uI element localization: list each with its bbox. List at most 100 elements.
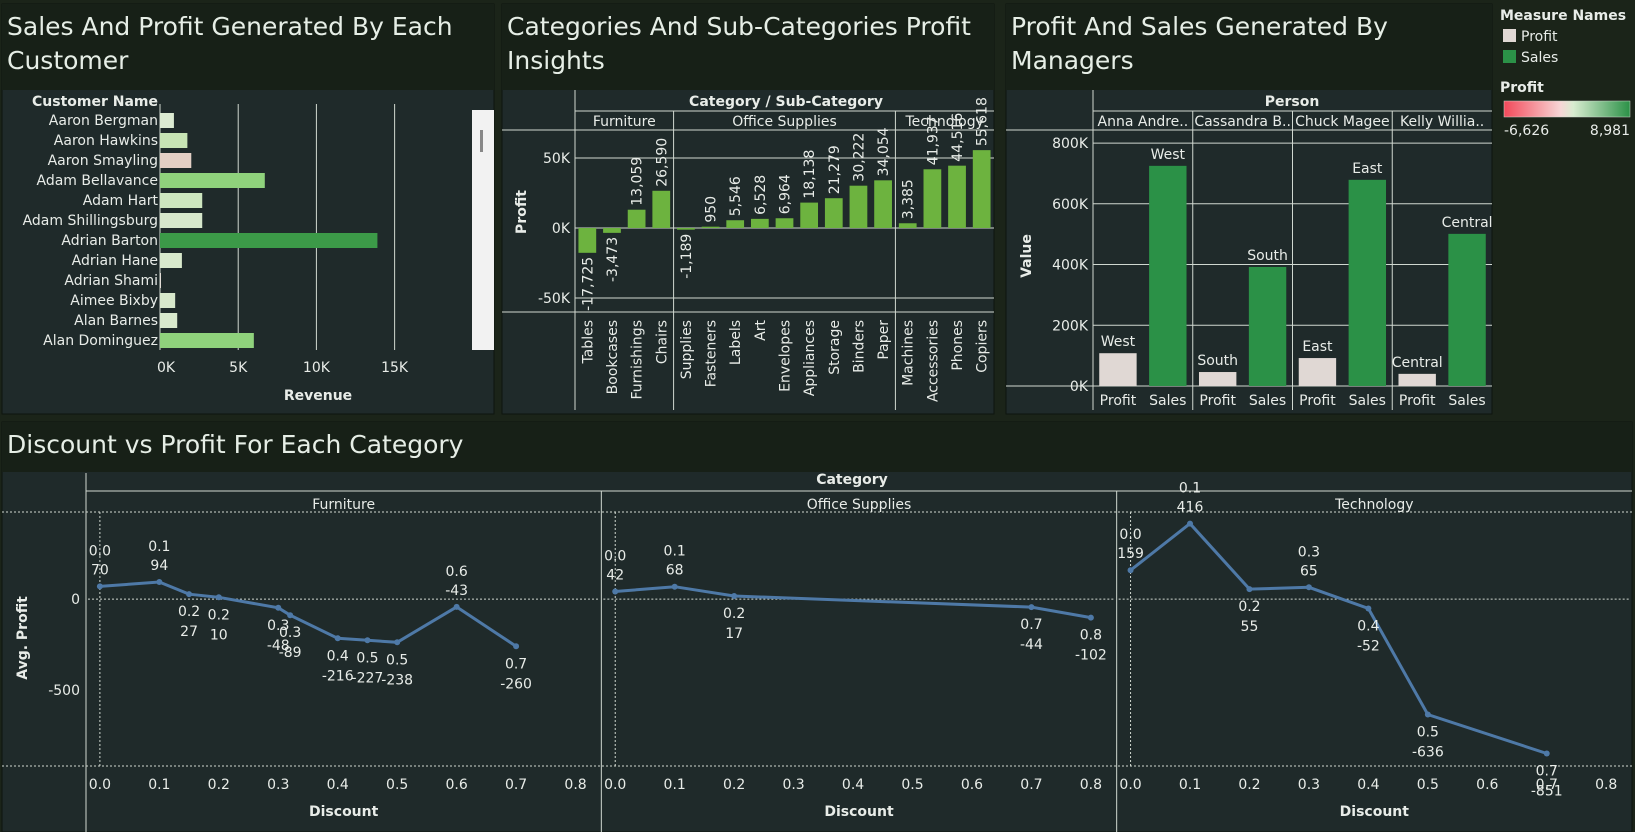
value-label: 6,528 xyxy=(753,175,769,215)
y-tick-label: 200K xyxy=(1052,318,1089,334)
point-profit-label: -52 xyxy=(1357,639,1380,655)
x-tick-label: 0.8 xyxy=(1595,777,1617,793)
customer-label: Alan Dominguez xyxy=(43,333,158,349)
value-label: 44,516 xyxy=(950,113,966,162)
data-point xyxy=(1087,614,1094,621)
subcategory-label: Bookcases xyxy=(605,320,621,394)
point-profit-label: -43 xyxy=(445,583,468,599)
customer-label: Adrian Barton xyxy=(61,233,158,249)
legend-swatch xyxy=(1503,29,1516,42)
profit-bar xyxy=(652,190,671,228)
region-label: West xyxy=(1101,334,1136,350)
profit-bar xyxy=(849,185,868,228)
subcategory-label: Machines xyxy=(901,320,917,386)
point-profit-label: -260 xyxy=(500,676,532,692)
data-point xyxy=(394,639,401,646)
x-tick-label: 0.3 xyxy=(1298,777,1320,793)
profit-bar xyxy=(677,228,695,230)
data-point xyxy=(334,635,341,642)
customer-label: Adam Shillingsburg xyxy=(23,213,158,229)
legend-label: Sales xyxy=(1521,50,1558,66)
category-chart-title: Insights xyxy=(507,46,605,75)
x-axis-label: Discount xyxy=(309,804,379,820)
y-tick-label: -50K xyxy=(538,291,571,307)
subcategory-label: Fasteners xyxy=(704,320,720,387)
x-tick-label: 0.7 xyxy=(505,777,527,793)
customer-label: Aaron Smayling xyxy=(48,153,158,169)
sales-bar xyxy=(1248,266,1287,386)
scrollbar-thumb[interactable] xyxy=(480,130,483,152)
value-label: 21,279 xyxy=(827,145,843,194)
point-profit-label: 70 xyxy=(91,562,109,578)
x-tick-label: 0.7 xyxy=(1020,777,1042,793)
point-profit-label: -636 xyxy=(1412,744,1444,760)
measure-label: Sales xyxy=(1249,393,1286,409)
value-label: 13,059 xyxy=(630,157,646,206)
point-discount-label: 0.1 xyxy=(664,544,686,560)
x-tick-label: 0.6 xyxy=(961,777,983,793)
profit-bar xyxy=(1198,372,1237,386)
value-label: 55,618 xyxy=(975,97,991,146)
point-discount-label: 0.0 xyxy=(89,543,111,559)
profit-bar xyxy=(824,198,843,228)
profit-bar xyxy=(726,220,745,228)
category-label: Furniture xyxy=(312,497,375,513)
customer-bar xyxy=(160,233,378,248)
measure-label: Profit xyxy=(1399,393,1436,409)
data-point xyxy=(513,643,520,650)
x-tick-label: 0.4 xyxy=(327,777,349,793)
category-group-label: Office Supplies xyxy=(732,114,837,130)
manager-chart-title: Profit And Sales Generated By xyxy=(1011,12,1388,41)
point-profit-label: -238 xyxy=(381,672,413,688)
region-label: South xyxy=(1247,248,1288,264)
subcategory-label: Labels xyxy=(728,320,744,365)
customer-label: Adrian Hane xyxy=(72,253,158,269)
y-tick-label: 800K xyxy=(1052,136,1089,152)
point-discount-label: 0.7 xyxy=(505,656,527,672)
person-label: Chuck Magee xyxy=(1295,114,1390,130)
measure-label: Profit xyxy=(1199,393,1236,409)
customer-label: Adam Bellavance xyxy=(36,173,158,189)
x-tick-label: 0.6 xyxy=(446,777,468,793)
data-point xyxy=(275,604,282,611)
customer-bar xyxy=(160,293,176,308)
x-tick-label: 5K xyxy=(229,360,248,376)
y-tick-label: 400K xyxy=(1052,258,1089,274)
legend-title: Measure Names xyxy=(1500,8,1626,24)
customer-bar xyxy=(160,273,161,288)
category-header: Category xyxy=(816,472,888,488)
customer-bar xyxy=(160,173,265,188)
profit-bar xyxy=(775,218,794,228)
customer-chart-title: Customer xyxy=(7,46,129,75)
y-tick-label: 0K xyxy=(1070,379,1089,395)
y-tick-label: -500 xyxy=(48,683,80,699)
measure-label: Sales xyxy=(1149,393,1186,409)
subcategory-label: Appliances xyxy=(802,320,818,396)
data-point xyxy=(1424,711,1431,718)
point-profit-label: -227 xyxy=(352,670,384,686)
profit-legend-title: Profit xyxy=(1500,80,1544,96)
sales-bar xyxy=(1448,233,1486,386)
profit-bar xyxy=(948,165,966,228)
region-label: East xyxy=(1302,339,1333,355)
value-label: 30,222 xyxy=(851,133,867,182)
x-axis-label: Revenue xyxy=(284,388,352,404)
data-point xyxy=(1305,584,1312,591)
profit-bar xyxy=(874,180,892,228)
point-profit-label: 416 xyxy=(1177,500,1204,516)
region-label: Central xyxy=(1392,355,1443,371)
dashboard: Sales And Profit Generated By Each Custom… xyxy=(0,3,1635,832)
data-point xyxy=(215,594,222,601)
x-tick-label: 0.5 xyxy=(901,777,923,793)
profit-bar xyxy=(578,228,597,253)
customer-bar xyxy=(160,133,188,148)
legend-label: Profit xyxy=(1521,29,1558,45)
person-label: Kelly Willia.. xyxy=(1400,114,1484,130)
x-tick-label: 0.4 xyxy=(1357,777,1379,793)
point-discount-label: 0.7 xyxy=(1536,763,1558,779)
profit-bar xyxy=(750,218,769,228)
point-profit-label: -44 xyxy=(1020,637,1043,653)
measure-label: Sales xyxy=(1349,393,1386,409)
subcategory-label: Art xyxy=(753,319,769,340)
point-discount-label: 0.2 xyxy=(723,606,745,622)
